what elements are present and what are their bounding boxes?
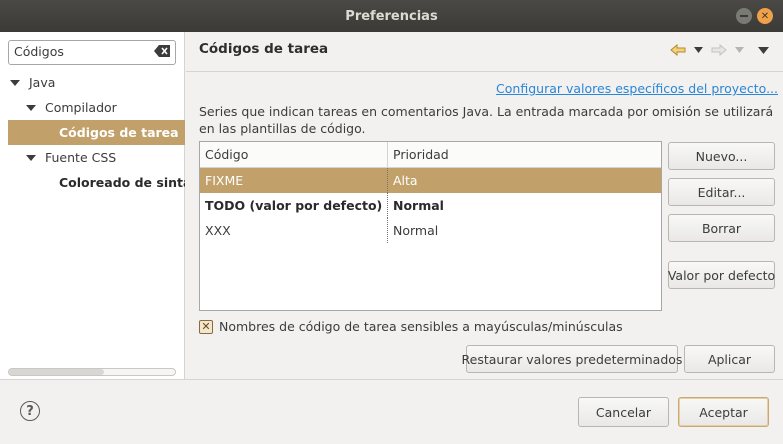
forward-history-dropdown-icon	[735, 47, 744, 53]
view-menu-icon[interactable]	[758, 46, 769, 54]
preference-page: Códigos de tarea Configurar valores espe…	[186, 32, 783, 379]
filter-input[interactable]: Códigos	[8, 40, 176, 65]
cell-code: FIXME	[205, 173, 244, 188]
page-navigation	[670, 44, 769, 56]
header-divider	[186, 71, 783, 72]
edit-button[interactable]: Editar...	[668, 178, 775, 206]
tree-item-fuente-css[interactable]: Fuente CSS	[0, 145, 185, 170]
page-title: Códigos de tarea	[199, 41, 329, 57]
tree-item-label: Compilador	[45, 100, 117, 115]
cell-priority: Normal	[387, 218, 661, 243]
cell-priority: Alta	[387, 168, 661, 193]
tree-item-coloreado[interactable]: Coloreado de sinta	[0, 170, 185, 195]
case-sensitive-checkbox[interactable]: ✕	[199, 319, 213, 334]
cell-code: TODO (valor por defecto)	[205, 198, 383, 213]
expand-triangle-icon[interactable]	[26, 154, 36, 161]
table-header: Código Prioridad	[200, 142, 661, 168]
window-title: Preferencias	[345, 8, 438, 24]
expand-triangle-icon[interactable]	[26, 104, 36, 111]
clear-filter-icon[interactable]	[154, 45, 170, 57]
tree-item-label: Coloreado de sinta	[59, 175, 185, 190]
table-row[interactable]: XXX Normal	[200, 218, 661, 243]
new-button[interactable]: Nuevo...	[668, 142, 775, 170]
window-titlebar: Preferencias ✕	[0, 0, 783, 32]
close-icon[interactable]: ✕	[757, 8, 773, 24]
cancel-button[interactable]: Cancelar	[578, 397, 669, 427]
task-tags-table[interactable]: Código Prioridad FIXME Alta TODO (valor …	[199, 141, 662, 311]
ok-button[interactable]: Aceptar	[678, 397, 769, 427]
help-icon[interactable]: ?	[20, 401, 40, 421]
column-header-codigo[interactable]: Código	[200, 142, 387, 167]
filter-text: Códigos	[14, 44, 64, 59]
tree-item-codigos-de-tarea[interactable]: Códigos de tarea	[8, 120, 185, 145]
footer-divider	[0, 379, 783, 380]
restore-defaults-button[interactable]: Restaurar valores predeterminados	[462, 345, 682, 373]
tree-item-java[interactable]: Java	[0, 70, 185, 95]
preference-navigation-pane: Códigos Java Compilador Códigos de tarea…	[0, 32, 185, 379]
back-arrow-icon[interactable]	[670, 44, 686, 56]
tree-item-compilador[interactable]: Compilador	[0, 95, 185, 120]
tree-item-label: Fuente CSS	[45, 150, 117, 165]
preference-tree: Java Compilador Códigos de tarea Fuente …	[0, 70, 185, 195]
default-button[interactable]: Valor por defecto	[668, 261, 775, 289]
apply-button[interactable]: Aplicar	[684, 345, 775, 373]
table-row[interactable]: FIXME Alta	[200, 168, 661, 193]
forward-arrow-icon	[711, 44, 727, 56]
cell-priority: Normal	[387, 193, 661, 218]
horizontal-scrollbar[interactable]	[8, 368, 176, 376]
tree-item-label: Java	[29, 75, 56, 90]
cell-code: XXX	[205, 223, 231, 238]
case-sensitive-label: Nombres de código de tarea sensibles a m…	[219, 319, 623, 334]
configure-project-link[interactable]: Configurar valores específicos del proye…	[496, 81, 778, 96]
expand-triangle-icon[interactable]	[10, 79, 20, 86]
minimize-icon[interactable]	[736, 8, 752, 24]
column-header-prioridad[interactable]: Prioridad	[387, 142, 661, 167]
page-description: Series que indican tareas en comentarios…	[199, 104, 774, 136]
tree-item-label: Códigos de tarea	[59, 125, 179, 140]
scrollbar-thumb[interactable]	[9, 369, 104, 375]
case-sensitive-option[interactable]: ✕ Nombres de código de tarea sensibles a…	[199, 319, 623, 334]
remove-button[interactable]: Borrar	[668, 214, 775, 242]
back-history-dropdown-icon[interactable]	[694, 47, 703, 53]
table-row[interactable]: TODO (valor por defecto) Normal	[200, 193, 661, 218]
